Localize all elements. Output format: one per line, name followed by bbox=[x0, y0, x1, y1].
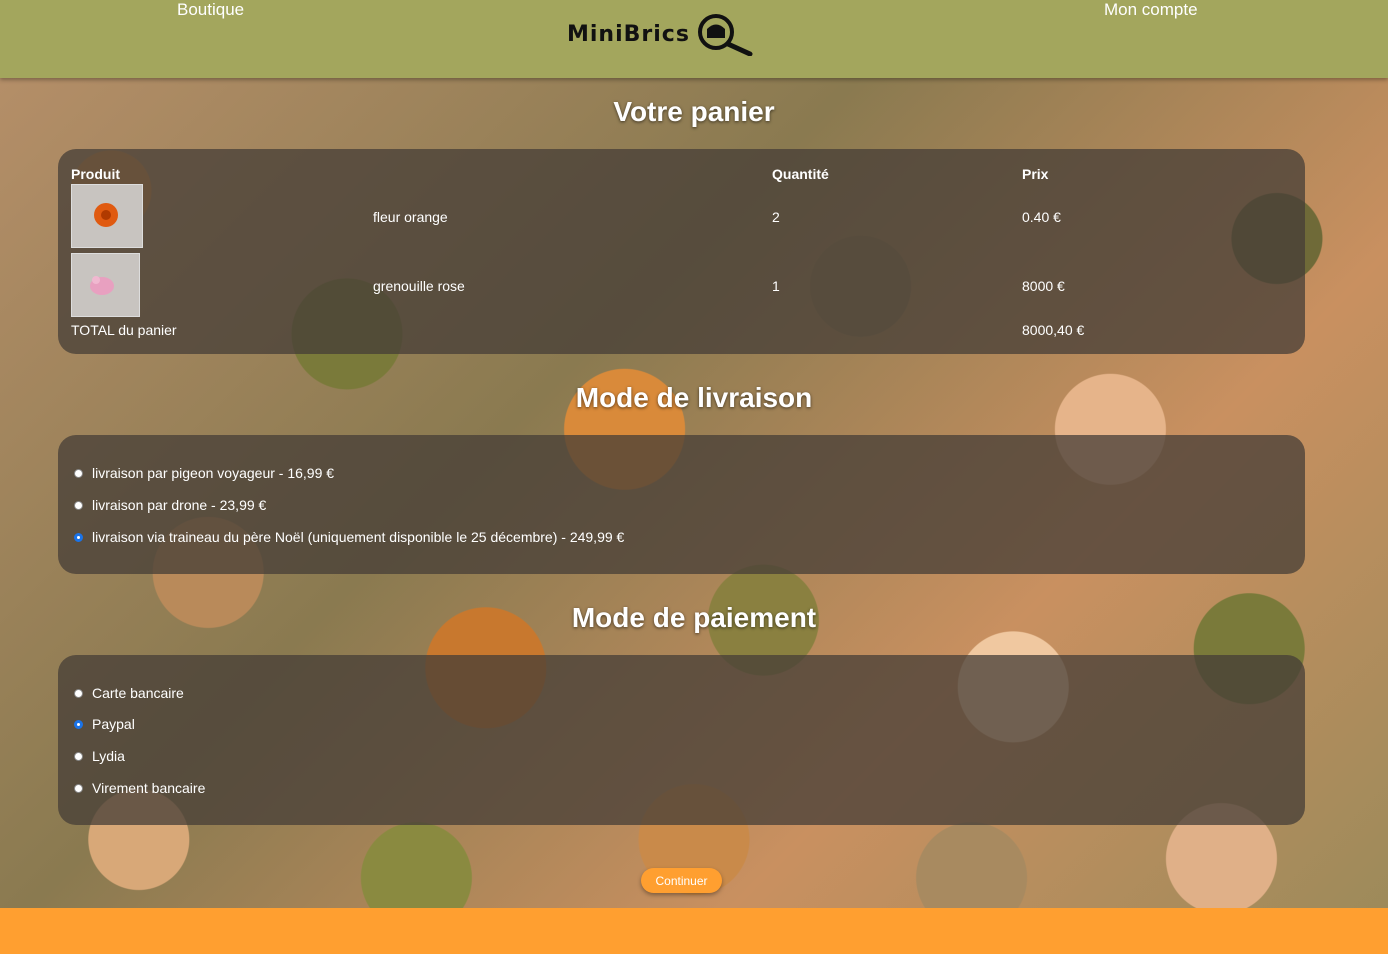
continue-button[interactable]: Continuer bbox=[641, 868, 722, 893]
payment-option-card[interactable]: Carte bancaire bbox=[74, 685, 184, 701]
payment-option-lydia[interactable]: Lydia bbox=[74, 748, 125, 764]
radio-button[interactable] bbox=[74, 468, 83, 478]
delivery-option-pigeon[interactable]: livraison par pigeon voyageur - 16,99 € bbox=[74, 465, 334, 481]
delivery-option-label: livraison via traineau du père Noël (uni… bbox=[92, 529, 625, 545]
logo-text: MiniBrics bbox=[567, 21, 690, 47]
nav-account-link[interactable]: Mon compte bbox=[1104, 0, 1198, 20]
cart-total-label: TOTAL du panier bbox=[71, 322, 177, 338]
product-quantity: 1 bbox=[772, 278, 780, 294]
magnifier-brick-icon bbox=[697, 14, 753, 56]
col-header-price: Prix bbox=[1022, 166, 1049, 182]
payment-option-transfer[interactable]: Virement bancaire bbox=[74, 780, 205, 796]
payment-option-label: Paypal bbox=[92, 716, 135, 732]
site-logo[interactable]: MiniBrics bbox=[567, 12, 754, 56]
payment-option-label: Carte bancaire bbox=[92, 685, 184, 701]
product-quantity: 2 bbox=[772, 209, 780, 225]
delivery-option-drone[interactable]: livraison par drone - 23,99 € bbox=[74, 497, 266, 513]
nav-boutique-link[interactable]: Boutique bbox=[177, 0, 244, 20]
radio-button[interactable] bbox=[74, 500, 83, 510]
radio-button[interactable] bbox=[74, 751, 83, 761]
pink-frog-image bbox=[90, 276, 114, 295]
delivery-option-label: livraison par drone - 23,99 € bbox=[92, 497, 267, 513]
payment-option-label: Virement bancaire bbox=[92, 780, 206, 796]
delivery-panel: livraison par pigeon voyageur - 16,99 € … bbox=[58, 435, 1305, 574]
payment-option-label: Lydia bbox=[92, 748, 125, 764]
product-price: 8000 € bbox=[1022, 278, 1065, 294]
site-header: Boutique MiniBrics Mon compte bbox=[0, 0, 1388, 78]
product-price: 0.40 € bbox=[1022, 209, 1061, 225]
col-header-product: Produit bbox=[71, 166, 120, 182]
radio-button[interactable] bbox=[74, 783, 83, 793]
payment-title: Mode de paiement bbox=[571, 602, 817, 633]
payment-panel: Carte bancaire Paypal Lydia Virement ban… bbox=[58, 655, 1305, 825]
orange-flower-image bbox=[94, 203, 118, 227]
cart-title: Votre panier bbox=[613, 96, 775, 127]
radio-button[interactable] bbox=[74, 688, 83, 698]
product-thumbnail[interactable] bbox=[71, 184, 143, 248]
product-name: fleur orange bbox=[373, 209, 448, 225]
delivery-option-sleigh[interactable]: livraison via traineau du père Noël (uni… bbox=[74, 529, 624, 545]
radio-button-checked[interactable] bbox=[74, 719, 83, 729]
cart-panel: Produit Quantité Prix fleur orange 2 0.4… bbox=[58, 149, 1305, 354]
cart-total-value: 8000,40 € bbox=[1022, 322, 1085, 338]
site-footer bbox=[0, 908, 1388, 954]
delivery-title: Mode de livraison bbox=[575, 382, 813, 413]
col-header-quantity: Quantité bbox=[772, 166, 829, 182]
product-thumbnail[interactable] bbox=[71, 253, 140, 317]
delivery-option-label: livraison par pigeon voyageur - 16,99 € bbox=[92, 465, 335, 481]
payment-option-paypal[interactable]: Paypal bbox=[74, 716, 135, 732]
radio-button-checked[interactable] bbox=[74, 532, 83, 542]
product-name: grenouille rose bbox=[373, 278, 465, 294]
